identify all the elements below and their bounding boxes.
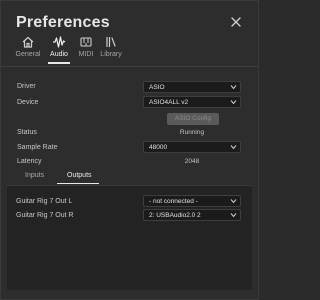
tab-midi-label: MIDI <box>78 51 94 58</box>
tab-library[interactable]: Library <box>99 35 123 63</box>
latency-value: 2048 <box>184 158 200 165</box>
tab-audio[interactable]: Audio <box>47 35 71 64</box>
tab-general[interactable]: General <box>15 35 41 63</box>
chevron-down-icon <box>230 145 237 150</box>
status-label: Status <box>17 129 37 136</box>
active-tab-indicator <box>48 62 70 64</box>
preferences-window: Preferences General Audio MIDI Library D… <box>0 0 259 300</box>
asio-config-button[interactable]: ASIO Config <box>167 113 219 125</box>
midi-icon <box>80 37 92 47</box>
chevron-down-icon <box>230 199 237 204</box>
sample-rate-label: Sample Rate <box>17 144 58 151</box>
output-label: Guitar Rig 7 Out R <box>16 212 74 219</box>
output-value: - not connected - <box>149 198 198 205</box>
outputs-panel: Guitar Rig 7 Out L - not connected - Gui… <box>7 185 252 290</box>
output-value: 2: USBAudio2.0 2 <box>149 212 201 219</box>
chevron-down-icon <box>230 85 237 90</box>
home-icon <box>22 36 34 48</box>
latency-label: Latency <box>17 158 42 165</box>
audio-wave-icon <box>53 36 66 48</box>
device-value: ASIO4ALL v2 <box>149 99 189 106</box>
status-value: Running <box>179 129 205 136</box>
device-select[interactable]: ASIO4ALL v2 <box>143 96 241 108</box>
close-icon[interactable] <box>230 16 242 28</box>
sample-rate-select[interactable]: 48000 <box>143 141 241 153</box>
tab-general-label: General <box>15 51 41 58</box>
driver-select[interactable]: ASIO <box>143 81 241 93</box>
tab-midi[interactable]: MIDI <box>76 35 96 63</box>
tab-inputs[interactable]: Inputs <box>25 172 44 179</box>
output-label: Guitar Rig 7 Out L <box>16 198 73 205</box>
sample-rate-value: 48000 <box>149 144 168 151</box>
library-icon <box>106 36 116 48</box>
active-io-tab-indicator <box>57 183 99 184</box>
chevron-down-icon <box>230 100 237 105</box>
window-title: Preferences <box>16 14 110 31</box>
driver-label: Driver <box>17 83 36 90</box>
driver-value: ASIO <box>149 84 165 91</box>
device-label: Device <box>17 99 39 106</box>
tab-outputs[interactable]: Outputs <box>67 172 92 179</box>
chevron-down-icon <box>230 213 237 218</box>
output-select[interactable]: 2: USBAudio2.0 2 <box>143 209 241 221</box>
header-divider <box>1 66 258 67</box>
tab-library-label: Library <box>100 51 122 58</box>
output-select[interactable]: - not connected - <box>143 195 241 207</box>
tab-audio-label: Audio <box>50 51 68 58</box>
